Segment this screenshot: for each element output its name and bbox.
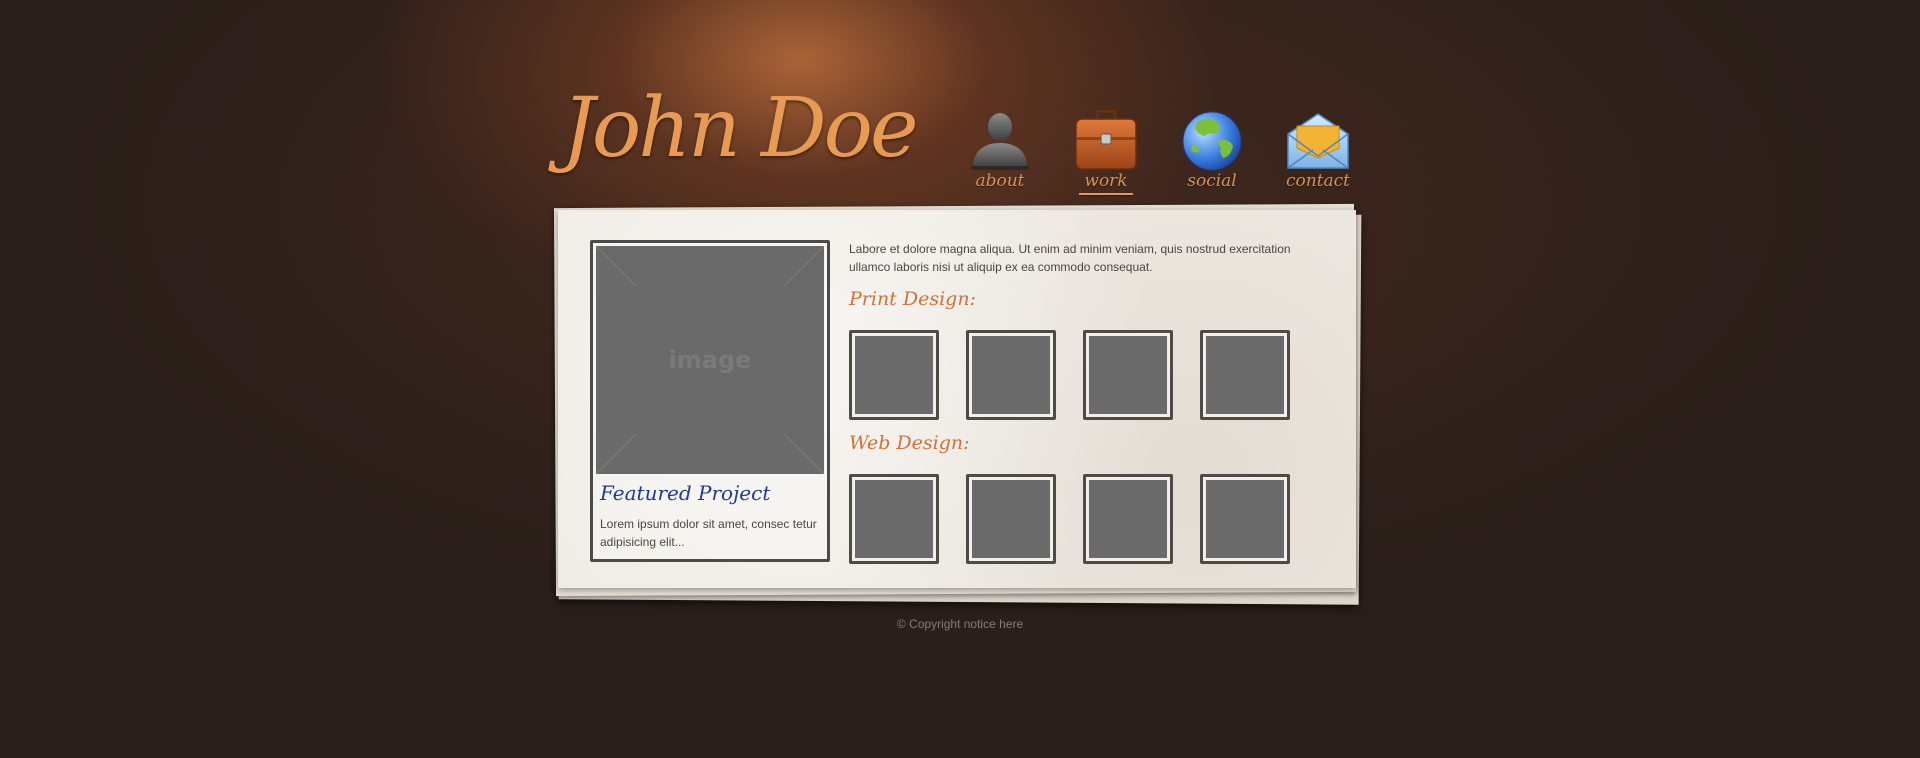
nav-label: social xyxy=(1187,171,1237,191)
web-design-thumbnail[interactable] xyxy=(849,474,939,564)
thumbnail-placeholder xyxy=(1089,480,1167,558)
featured-project-card[interactable]: image Featured Project Lorem ipsum dolor… xyxy=(590,240,830,562)
web-design-heading: Web Design: xyxy=(849,432,970,454)
nav-item-work[interactable]: work xyxy=(1066,108,1146,198)
print-design-thumbnail[interactable] xyxy=(1083,330,1173,420)
envelope-icon xyxy=(1285,110,1351,172)
web-design-thumbnail[interactable] xyxy=(1200,474,1290,564)
print-design-thumbnail[interactable] xyxy=(966,330,1056,420)
content-panel: image Featured Project Lorem ipsum dolor… xyxy=(552,200,1362,605)
image-placeholder-label: image xyxy=(668,346,752,374)
site-logo[interactable]: John Doe xyxy=(562,88,919,170)
nav-item-social[interactable]: social xyxy=(1172,108,1252,198)
nav-label: work xyxy=(1084,171,1128,191)
web-design-gallery xyxy=(849,474,1309,564)
web-design-thumbnail[interactable] xyxy=(966,474,1056,564)
print-design-gallery xyxy=(849,330,1309,420)
globe-icon xyxy=(1179,110,1245,172)
thumbnail-placeholder xyxy=(855,336,933,414)
briefcase-icon xyxy=(1073,109,1139,172)
active-underline xyxy=(1079,193,1133,195)
thumbnail-placeholder xyxy=(972,480,1050,558)
featured-project-description: Lorem ipsum dolor sit amet, consec tetur… xyxy=(600,517,817,549)
web-design-thumbnail[interactable] xyxy=(1083,474,1173,564)
nav-label: contact xyxy=(1285,171,1351,191)
print-design-thumbnail[interactable] xyxy=(849,330,939,420)
main-nav: about work social contact xyxy=(960,108,1356,198)
print-design-thumbnail[interactable] xyxy=(1200,330,1290,420)
featured-image-placeholder[interactable]: image xyxy=(596,246,824,474)
nav-item-contact[interactable]: contact xyxy=(1278,108,1358,198)
thumbnail-placeholder xyxy=(972,336,1050,414)
nav-item-about[interactable]: about xyxy=(960,108,1040,198)
nav-label: about xyxy=(975,171,1025,191)
intro-text: Labore et dolore magna aliqua. Ut enim a… xyxy=(849,242,1291,274)
thumbnail-placeholder xyxy=(1206,480,1284,558)
thumbnail-placeholder xyxy=(1206,336,1284,414)
featured-project-title[interactable]: Featured Project xyxy=(600,481,770,505)
thumbnail-placeholder xyxy=(1089,336,1167,414)
user-icon xyxy=(967,110,1033,172)
thumbnail-placeholder xyxy=(855,480,933,558)
print-design-heading: Print Design: xyxy=(849,288,976,310)
copyright-notice: © Copyright notice here xyxy=(896,617,1024,631)
paper-sheet: image Featured Project Lorem ipsum dolor… xyxy=(558,210,1356,588)
